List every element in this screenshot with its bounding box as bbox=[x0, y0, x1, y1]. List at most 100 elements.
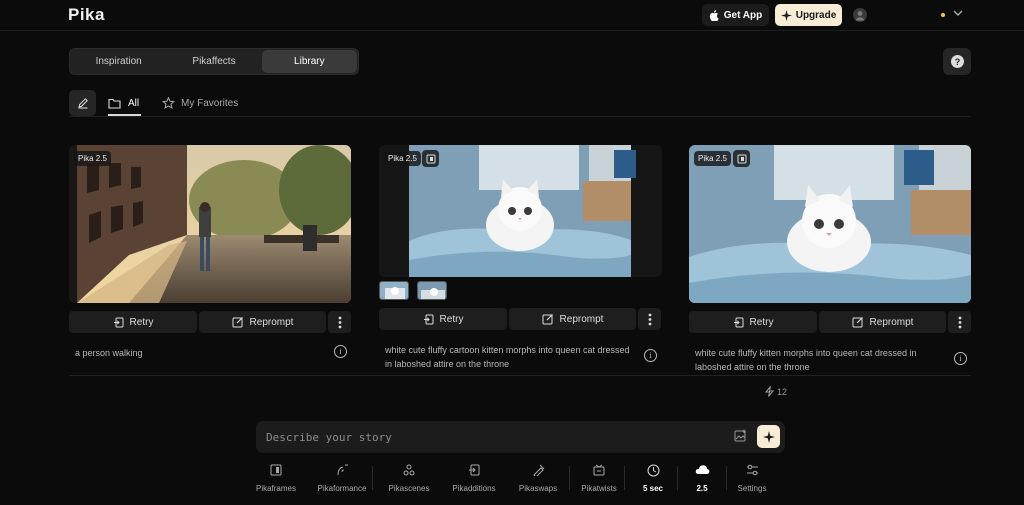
card-actions: Retry Reprompt bbox=[689, 311, 971, 333]
chevron-down-icon[interactable] bbox=[953, 9, 963, 20]
more-options-button[interactable] bbox=[638, 308, 661, 330]
tool-settings[interactable]: Settings bbox=[727, 461, 777, 493]
tool-label: Settings bbox=[737, 484, 767, 493]
help-icon: ? bbox=[950, 55, 964, 68]
edit-icon bbox=[852, 317, 863, 328]
toolbar-divider bbox=[569, 466, 570, 490]
toolbar-divider bbox=[624, 466, 625, 490]
video-thumbnail[interactable]: Pika 2.5 bbox=[69, 145, 351, 303]
filter-favorites[interactable]: My Favorites bbox=[162, 92, 238, 114]
retry-label: Retry bbox=[129, 316, 154, 328]
retry-button[interactable]: Retry bbox=[379, 308, 507, 330]
frames-icon bbox=[270, 464, 282, 476]
retry-label: Retry bbox=[439, 313, 464, 325]
tab-inspiration[interactable]: Inspiration bbox=[71, 50, 166, 73]
tool-pikatwists[interactable]: Pikatwists bbox=[574, 461, 624, 493]
generate-button[interactable] bbox=[757, 425, 780, 448]
cloud-icon bbox=[695, 465, 709, 474]
swaps-icon bbox=[532, 464, 544, 476]
avatar[interactable] bbox=[853, 8, 867, 22]
main-tabs: Inspiration Pikaffects Library bbox=[69, 48, 359, 75]
video-thumbnail[interactable]: Pika 2.5 bbox=[689, 145, 971, 303]
retry-button[interactable]: Retry bbox=[69, 311, 197, 333]
additions-icon bbox=[469, 464, 480, 476]
pika-logo[interactable]: Pika bbox=[68, 5, 105, 25]
keyframe-icon bbox=[733, 150, 750, 167]
tool-pikascenes[interactable]: Pikascenes bbox=[381, 461, 437, 493]
sliders-icon bbox=[746, 464, 758, 476]
duration-selector[interactable]: 5 sec bbox=[629, 461, 677, 493]
get-app-button[interactable]: Get App bbox=[702, 4, 769, 26]
tab-pikaffects[interactable]: Pikaffects bbox=[166, 50, 261, 73]
divider bbox=[69, 116, 971, 117]
apple-icon bbox=[709, 9, 719, 21]
info-icon[interactable]: i bbox=[644, 349, 657, 362]
vertical-dots-icon bbox=[338, 316, 341, 328]
tool-label: Pikaswaps bbox=[518, 484, 558, 493]
story-input[interactable] bbox=[266, 427, 706, 447]
card-actions: Retry Reprompt bbox=[69, 311, 351, 333]
tool-label: 2.5 bbox=[696, 484, 708, 493]
toolbar-divider bbox=[372, 466, 373, 490]
more-options-button[interactable] bbox=[328, 311, 351, 333]
prompt-bar bbox=[256, 421, 785, 453]
tool-label: Pikatwists bbox=[581, 484, 617, 493]
video-thumbnail[interactable]: Pika 2.5 bbox=[379, 145, 662, 277]
tool-label: Pikadditions bbox=[452, 484, 496, 493]
prompt-text: white cute fluffy cartoon kitten morphs … bbox=[385, 345, 630, 369]
retry-icon bbox=[423, 314, 434, 324]
tab-library[interactable]: Library bbox=[261, 50, 357, 73]
star-icon bbox=[162, 97, 175, 109]
reprompt-button[interactable]: Reprompt bbox=[509, 308, 636, 330]
get-app-label: Get App bbox=[723, 9, 763, 21]
tool-pikadditions[interactable]: Pikadditions bbox=[443, 461, 505, 493]
retry-button[interactable]: Retry bbox=[689, 311, 817, 333]
reprompt-label: Reprompt bbox=[249, 316, 294, 328]
retry-icon bbox=[733, 317, 744, 327]
lightning-icon bbox=[765, 386, 774, 397]
performance-icon bbox=[337, 464, 348, 476]
folder-icon bbox=[108, 98, 121, 109]
help-button[interactable]: ? bbox=[943, 48, 971, 75]
model-badge: Pika 2.5 bbox=[74, 151, 111, 166]
vertical-dots-icon bbox=[648, 313, 651, 325]
edit-button[interactable] bbox=[69, 90, 96, 116]
tool-label: 5 sec bbox=[642, 484, 664, 493]
reprompt-button[interactable]: Reprompt bbox=[819, 311, 946, 333]
info-icon[interactable]: i bbox=[334, 345, 347, 358]
info-icon[interactable]: i bbox=[954, 352, 967, 365]
tool-pikaformance[interactable]: Pikaformance bbox=[312, 461, 372, 493]
sparkle-icon bbox=[780, 9, 792, 21]
image-upload-icon[interactable] bbox=[734, 429, 747, 447]
divider bbox=[69, 375, 971, 376]
pencil-icon bbox=[77, 98, 88, 109]
tool-pikaswaps[interactable]: Pikaswaps bbox=[511, 461, 565, 493]
reprompt-button[interactable]: Reprompt bbox=[199, 311, 326, 333]
user-icon bbox=[855, 11, 865, 21]
help-glyph: ? bbox=[954, 57, 960, 67]
edit-icon bbox=[542, 314, 553, 325]
vertical-dots-icon bbox=[958, 316, 961, 328]
keyframe-icon bbox=[422, 150, 439, 167]
more-options-button[interactable] bbox=[948, 311, 971, 333]
tool-label: Pikascenes bbox=[388, 484, 430, 493]
tool-pikaframes[interactable]: Pikaframes bbox=[250, 461, 302, 493]
upgrade-button[interactable]: Upgrade bbox=[775, 4, 842, 26]
reprompt-label: Reprompt bbox=[559, 313, 604, 325]
prompt-text: white cute fluffy kitten morphs into que… bbox=[695, 348, 917, 372]
filter-all[interactable]: All bbox=[108, 92, 142, 116]
source-frame-thumbnail[interactable] bbox=[417, 281, 447, 300]
model-badge: Pika 2.5 bbox=[694, 151, 731, 166]
credits-count: 12 bbox=[777, 386, 788, 397]
top-bar: Pika Get App Upgrade bbox=[0, 0, 1024, 31]
reprompt-label: Reprompt bbox=[869, 316, 914, 328]
prompt-text: a person walking bbox=[75, 348, 143, 358]
source-frame-thumbnail[interactable] bbox=[379, 281, 409, 300]
kitten-scene-image bbox=[689, 145, 971, 303]
scenes-icon bbox=[403, 464, 415, 476]
model-badge: Pika 2.5 bbox=[384, 151, 421, 166]
retry-icon bbox=[113, 317, 124, 327]
model-selector[interactable]: 2.5 bbox=[678, 461, 726, 493]
credits-indicator: 12 bbox=[765, 386, 787, 397]
edit-icon bbox=[232, 317, 243, 328]
